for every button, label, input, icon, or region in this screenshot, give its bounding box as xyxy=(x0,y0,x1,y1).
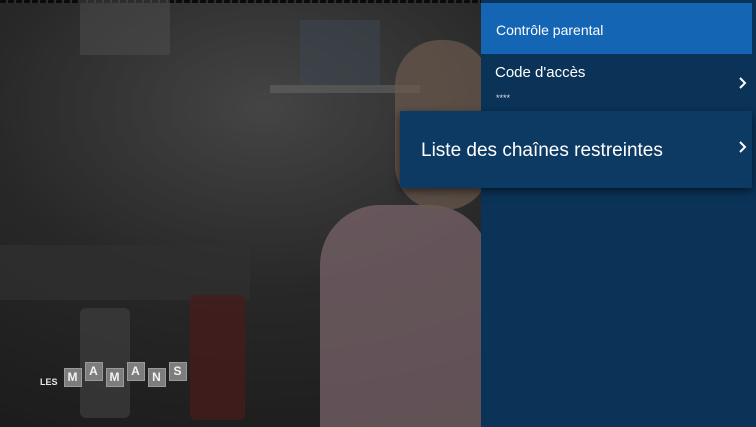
channel-logo: LES M A M A N S xyxy=(40,362,187,387)
logo-letter: S xyxy=(168,362,187,381)
menu-item-restricted-channels[interactable]: Liste des chaînes restreintes xyxy=(400,111,752,188)
logo-letter: M xyxy=(63,368,82,387)
logo-letter: A xyxy=(84,362,103,381)
panel-header: Contrôle parental xyxy=(481,3,752,54)
logo-letter: A xyxy=(126,362,145,381)
chevron-right-icon xyxy=(738,140,748,154)
chevron-right-icon xyxy=(738,76,748,90)
menu-item-access-code[interactable]: Code d'accès **** xyxy=(481,54,752,112)
menu-item-label: Liste des chaînes restreintes xyxy=(421,140,663,161)
access-code-value: **** xyxy=(496,93,511,103)
panel-title: Contrôle parental xyxy=(496,22,604,38)
logo-letter: M xyxy=(105,368,124,387)
menu-item-label: Code d'accès xyxy=(495,64,586,81)
logo-prefix: LES xyxy=(40,377,58,387)
logo-letter: N xyxy=(147,368,166,387)
